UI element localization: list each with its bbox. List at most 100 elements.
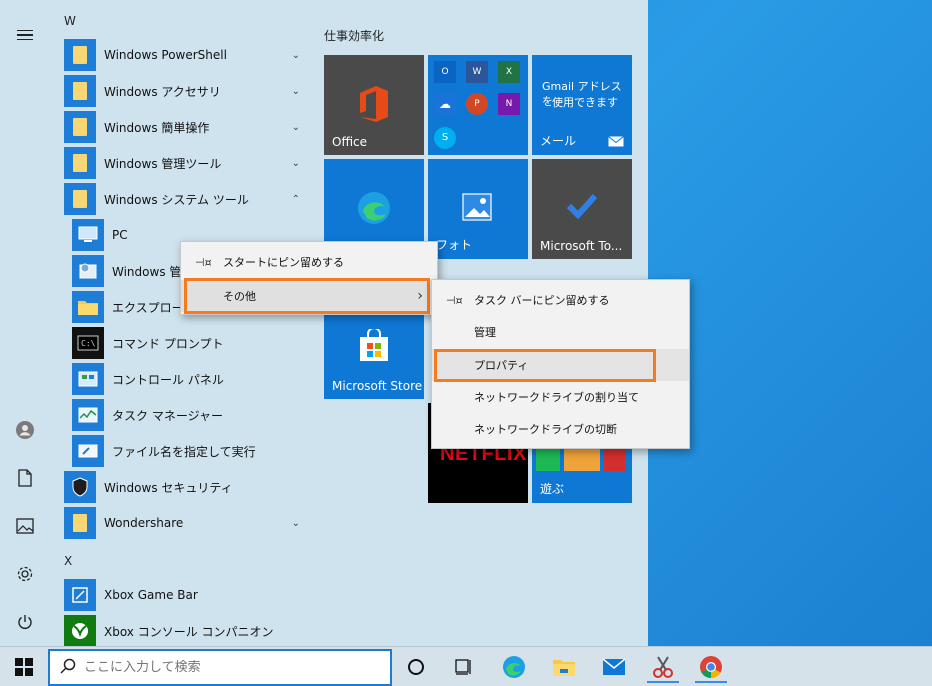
menu-item-pin-to-start[interactable]: ⊣¤ スタートにピン留めする: [181, 246, 437, 278]
skype-icon[interactable]: S: [434, 127, 456, 149]
pc-icon: [72, 219, 104, 251]
chevron-down-icon: ⌄: [291, 157, 300, 169]
onenote-icon[interactable]: N: [498, 93, 520, 115]
tile-mail[interactable]: Gmail アドレスを 使用できます メール: [532, 55, 632, 155]
game-icon[interactable]: [564, 449, 600, 471]
snipping-tool-icon[interactable]: [645, 651, 681, 683]
menu-item-label: ネットワークドライブの切断: [474, 423, 617, 436]
game-red-icon[interactable]: [604, 449, 626, 471]
office-icon: [360, 86, 388, 122]
menu-item-pin-to-taskbar[interactable]: ⊣¤ タスク バーにピン留めする: [432, 284, 689, 316]
file-explorer-icon: [72, 291, 104, 323]
app-wondershare[interactable]: Wondershare ⌄: [64, 506, 308, 540]
power-icon[interactable]: [10, 607, 40, 637]
chevron-down-icon: ⌄: [291, 517, 300, 529]
menu-item-label: ネットワークドライブの割り当て: [474, 391, 639, 404]
tile-label: Microsoft Store: [332, 379, 423, 393]
user-account-icon[interactable]: [10, 415, 40, 445]
app-label: タスク マネージャー: [112, 408, 223, 423]
group-letter-x[interactable]: X: [64, 554, 72, 568]
photos-icon: [462, 193, 492, 221]
tile-label: Office: [332, 135, 368, 149]
folder-icon: [64, 147, 96, 179]
xbox-icon: [64, 615, 96, 647]
app-label: ファイル名を指定して実行: [112, 444, 256, 459]
tile-group-title[interactable]: 仕事効率化: [324, 27, 384, 44]
menu-item-manage[interactable]: 管理: [432, 316, 689, 348]
menu-item-disconnect-network-drive[interactable]: ネットワークドライブの切断: [432, 413, 689, 445]
documents-icon[interactable]: [10, 463, 40, 493]
task-manager-icon: [72, 399, 104, 431]
search-input[interactable]: [84, 660, 374, 675]
menu-item-label: 管理: [474, 326, 496, 339]
app-label: Xbox コンソール コンパニオン: [104, 624, 274, 639]
spotify-icon[interactable]: [536, 449, 560, 471]
app-label: Windows アクセサリ: [104, 84, 221, 99]
onedrive-icon[interactable]: ☁: [434, 93, 456, 115]
edge-taskbar-icon[interactable]: [496, 651, 532, 683]
app-windows-admin-tools[interactable]: Windows 管理ツール ⌄: [64, 146, 308, 180]
app-windows-system-tools[interactable]: Windows システム ツール ⌃: [64, 182, 308, 216]
app-xbox-game-bar[interactable]: Xbox Game Bar: [64, 578, 308, 612]
powerpoint-icon[interactable]: P: [466, 93, 488, 115]
app-windows-accessories[interactable]: Windows アクセサリ ⌄: [64, 74, 308, 108]
task-view-icon[interactable]: [445, 651, 481, 683]
tile-photos[interactable]: フォト: [428, 159, 528, 259]
tile-office-apps-folder[interactable]: O W X ☁ P N S: [428, 55, 528, 155]
mail-taskbar-icon[interactable]: [596, 651, 632, 683]
pin-icon: ⊣¤: [195, 255, 212, 269]
chrome-icon[interactable]: [693, 651, 729, 683]
app-list: W Windows PowerShell ⌄ Windows アクセサリ ⌄ W…: [58, 0, 308, 648]
tile-label: メール: [540, 134, 577, 148]
app-label: Wondershare: [104, 516, 184, 530]
run-dialog-icon: [72, 435, 104, 467]
folder-icon: [64, 75, 96, 107]
folder-icon: [64, 183, 96, 215]
group-letter-w[interactable]: W: [64, 14, 76, 28]
app-label: PC: [112, 228, 128, 242]
folder-icon: [64, 39, 96, 71]
pictures-icon[interactable]: [10, 511, 40, 541]
shield-icon: [64, 471, 96, 503]
app-windows-powershell[interactable]: Windows PowerShell ⌄: [64, 38, 308, 72]
folder-icon: [64, 111, 96, 143]
chevron-up-icon: ⌃: [291, 193, 300, 205]
windows-start-icon[interactable]: [6, 651, 42, 683]
app-label: Windows セキュリティ: [104, 480, 233, 495]
highlight-box-properties: [434, 349, 656, 382]
tile-office[interactable]: Office: [324, 55, 424, 155]
active-app-indicator: [647, 681, 679, 683]
store-icon: [360, 329, 388, 361]
folder-icon: [64, 507, 96, 539]
app-run[interactable]: ファイル名を指定して実行: [72, 434, 308, 468]
app-control-panel[interactable]: コントロール パネル: [72, 362, 308, 396]
app-windows-ease-of-access[interactable]: Windows 簡単操作 ⌄: [64, 110, 308, 144]
hamburger-menu-icon[interactable]: [10, 20, 40, 50]
file-explorer-taskbar-icon[interactable]: [546, 651, 582, 683]
cortana-icon[interactable]: [398, 651, 434, 683]
app-label: Xbox Game Bar: [104, 588, 198, 602]
app-label: Windows システム ツール: [104, 192, 249, 207]
highlight-box-more: [184, 278, 430, 314]
pin-icon: ⊣¤: [446, 293, 463, 307]
settings-gear-icon[interactable]: [10, 559, 40, 589]
app-label: Windows PowerShell: [104, 48, 227, 62]
menu-item-map-network-drive[interactable]: ネットワークドライブの割り当て: [432, 381, 689, 413]
tile-todo[interactable]: Microsoft To...: [532, 159, 632, 259]
app-windows-security[interactable]: Windows セキュリティ: [64, 470, 308, 504]
outlook-icon[interactable]: O: [434, 61, 456, 83]
app-label: Windows 管: [112, 264, 182, 279]
taskbar-search-box[interactable]: [48, 649, 392, 686]
checkmark-icon: [566, 193, 598, 219]
app-command-prompt[interactable]: C:\ コマンド プロンプト: [72, 326, 308, 360]
word-icon[interactable]: W: [466, 61, 488, 83]
excel-icon[interactable]: X: [498, 61, 520, 83]
context-menu-more: ⊣¤ タスク バーにピン留めする 管理 プロパティ ネットワークドライブの割り当…: [431, 279, 690, 449]
svg-text:C:\: C:\: [81, 339, 96, 348]
app-task-manager[interactable]: タスク マネージャー: [72, 398, 308, 432]
context-menu-primary: ⊣¤ スタートにピン留めする その他 ›: [180, 241, 438, 315]
chevron-down-icon: ⌄: [291, 49, 300, 61]
tile-label: フォト: [436, 238, 473, 252]
tile-label: Microsoft To...: [540, 239, 623, 253]
app-xbox-console-companion[interactable]: Xbox コンソール コンパニオン: [64, 614, 308, 648]
